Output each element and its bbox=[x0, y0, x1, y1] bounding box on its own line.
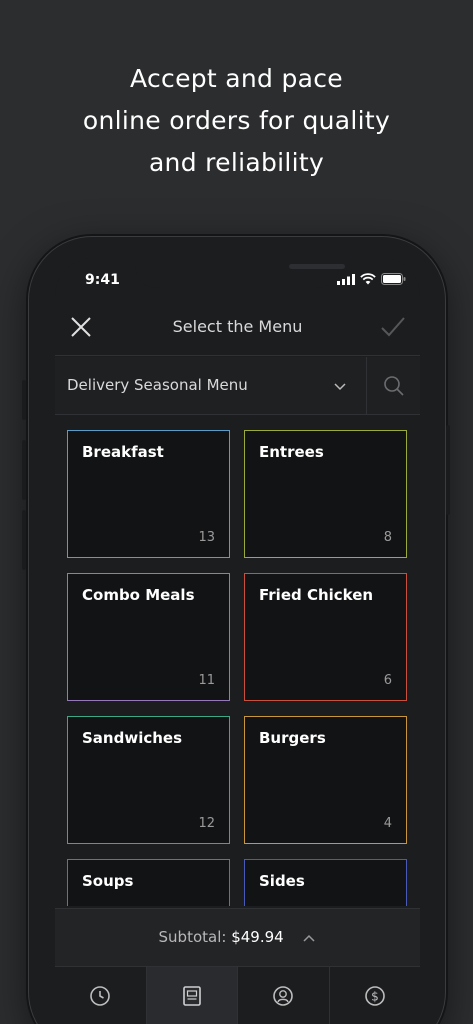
menu-selector-row: Delivery Seasonal Menu bbox=[55, 357, 420, 415]
chevron-down-icon bbox=[334, 383, 346, 391]
tab-payments[interactable]: $ bbox=[330, 967, 421, 1024]
status-icons bbox=[337, 273, 406, 285]
category-name: Sides bbox=[259, 872, 305, 890]
category-card-combo-meals[interactable]: Combo Meals 11 bbox=[67, 573, 230, 701]
page-title: Select the Menu bbox=[172, 317, 303, 336]
category-name: Burgers bbox=[259, 729, 326, 747]
category-card-entrees[interactable]: Entrees 8 bbox=[244, 430, 407, 558]
category-card-sandwiches[interactable]: Sandwiches 12 bbox=[67, 716, 230, 844]
category-grid: Breakfast 13 Entrees 8 Combo Meals 11 Fr… bbox=[67, 430, 408, 906]
category-name: Breakfast bbox=[82, 443, 164, 461]
search-icon bbox=[384, 376, 404, 396]
menu-book-icon bbox=[182, 985, 201, 1006]
category-count: 4 bbox=[383, 816, 392, 831]
headline-line-2: online orders for quality bbox=[82, 106, 391, 135]
headline-line-1: Accept and pace bbox=[130, 64, 343, 93]
category-count: 13 bbox=[198, 530, 215, 545]
signal-icon bbox=[337, 273, 355, 285]
confirm-check-icon[interactable] bbox=[380, 315, 406, 339]
dollar-icon: $ bbox=[364, 985, 385, 1006]
category-name: Sandwiches bbox=[82, 729, 183, 747]
phone-volume-up bbox=[22, 440, 26, 500]
tab-menu[interactable] bbox=[146, 967, 238, 1024]
phone-volume-down bbox=[22, 510, 26, 570]
category-card-burgers[interactable]: Burgers 4 bbox=[244, 716, 407, 844]
speaker bbox=[289, 264, 345, 269]
category-count: 12 bbox=[198, 816, 215, 831]
tab-bar: $ bbox=[55, 966, 420, 1024]
category-count: 6 bbox=[383, 673, 392, 688]
category-count: 8 bbox=[383, 530, 392, 545]
category-count: 11 bbox=[198, 673, 215, 688]
phone-screen: 9:41 Select the Menu Delivery Seasonal M… bbox=[55, 258, 420, 1024]
category-card-fried-chicken[interactable]: Fried Chicken 6 bbox=[244, 573, 407, 701]
phone-power-button bbox=[446, 425, 450, 515]
battery-icon bbox=[381, 273, 406, 285]
wifi-icon bbox=[360, 273, 376, 285]
subtotal-label: Subtotal: bbox=[158, 928, 227, 946]
headline-line-3: and reliability bbox=[148, 148, 325, 177]
category-name: Fried Chicken bbox=[259, 586, 374, 604]
notch bbox=[135, 258, 345, 288]
tab-customers[interactable] bbox=[238, 967, 330, 1024]
category-name: Soups bbox=[82, 872, 134, 890]
svg-text:$: $ bbox=[371, 989, 379, 1003]
menu-dropdown[interactable]: Delivery Seasonal Menu bbox=[55, 357, 366, 415]
category-name: Combo Meals bbox=[82, 586, 195, 604]
subtotal: Subtotal: $49.94 bbox=[55, 928, 420, 946]
tab-orders[interactable] bbox=[55, 967, 147, 1024]
menu-dropdown-value: Delivery Seasonal Menu bbox=[67, 376, 248, 394]
chevron-up-icon bbox=[303, 934, 316, 942]
subtotal-bar[interactable]: Subtotal: $49.94 bbox=[55, 908, 420, 966]
subtotal-value: $49.94 bbox=[231, 928, 284, 946]
search-button[interactable] bbox=[366, 357, 420, 415]
headline: Accept and pace online orders for qualit… bbox=[0, 58, 473, 184]
category-card-breakfast[interactable]: Breakfast 13 bbox=[67, 430, 230, 558]
clock-icon bbox=[90, 985, 111, 1006]
status-time: 9:41 bbox=[85, 272, 120, 288]
phone-side-button bbox=[22, 380, 26, 420]
category-card-sides[interactable]: Sides bbox=[244, 859, 407, 906]
nav-bar: Select the Menu bbox=[55, 300, 420, 356]
category-name: Entrees bbox=[259, 443, 324, 461]
category-card-soups[interactable]: Soups bbox=[67, 859, 230, 906]
customer-icon bbox=[273, 985, 294, 1006]
